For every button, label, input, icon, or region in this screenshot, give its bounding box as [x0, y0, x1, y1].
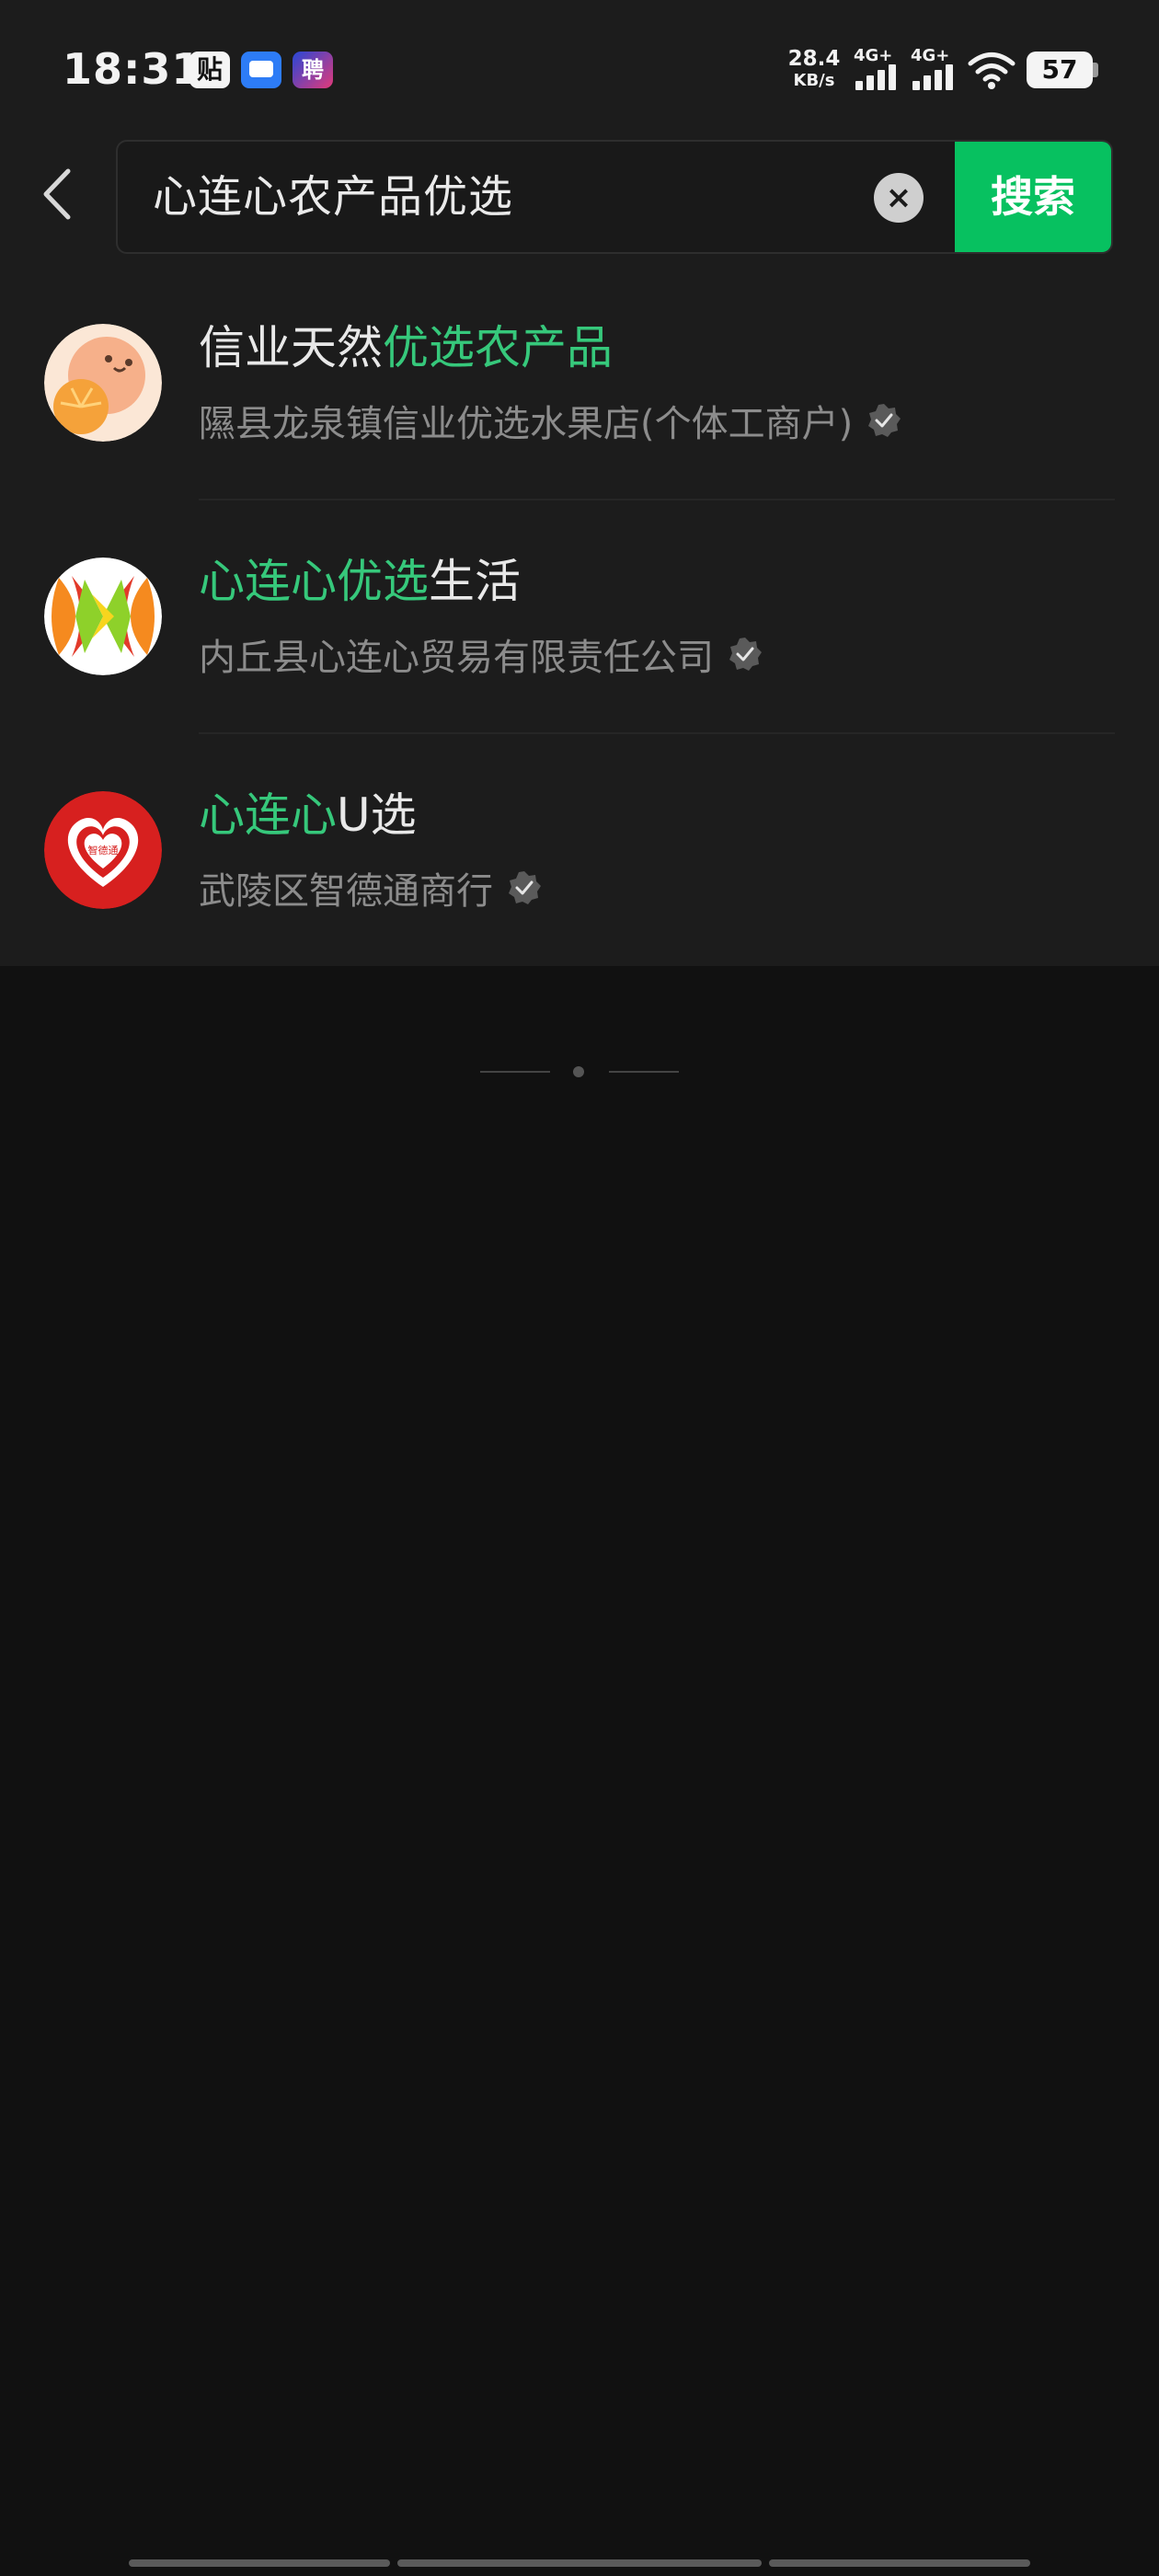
- result-title: 信业天然优选农产品: [199, 311, 613, 377]
- company-name: 武陵区智德通商行: [199, 870, 493, 913]
- end-line: [609, 1071, 679, 1073]
- verified-badge-icon: [729, 638, 762, 671]
- end-line: [480, 1071, 550, 1073]
- result-subtitle: 武陵区智德通商行: [199, 861, 543, 914]
- signal-label: 4G+: [911, 46, 950, 65]
- end-dot: [573, 1066, 584, 1077]
- title-highlight: 优选农产品: [383, 321, 613, 374]
- shop-avatar: 智德通: [44, 791, 162, 909]
- result-item[interactable]: 心连心优选生活 内丘县心连心贸易有限责任公司: [0, 500, 1159, 734]
- network-speed-value: 28.4: [787, 47, 841, 71]
- close-icon[interactable]: ×: [874, 173, 924, 223]
- company-name: 隰县龙泉镇信业优选水果店(个体工商户): [199, 403, 854, 445]
- title-highlight: 心连心: [199, 788, 337, 842]
- network-speed-unit: KB/s: [793, 71, 835, 90]
- wifi-icon: [968, 52, 1016, 89]
- shop-avatar: [44, 324, 162, 442]
- signal-icon: 4G+: [852, 46, 905, 94]
- result-subtitle: 内丘县心连心贸易有限责任公司: [199, 627, 763, 681]
- tieba-notification-icon: 贴: [189, 52, 230, 88]
- signal-label: 4G+: [854, 46, 893, 65]
- title-highlight: 心连心优选: [199, 555, 429, 608]
- screen: 18:31 贴 聘 28.4 KB/s 4G+ 4G+ 57 心连心农产品优选 …: [0, 0, 1159, 2576]
- search-box: 心连心农产品优选 × 搜索: [116, 140, 1113, 254]
- back-arrow-icon[interactable]: [33, 162, 85, 226]
- result-title: 心连心优选生活: [199, 545, 521, 611]
- network-speed: 28.4 KB/s: [784, 48, 844, 92]
- title-text: 信业天然: [199, 321, 383, 374]
- result-item[interactable]: 信业天然优选农产品 隰县龙泉镇信业优选水果店(个体工商户): [0, 267, 1159, 500]
- result-subtitle: 隰县龙泉镇信业优选水果店(个体工商户): [199, 394, 902, 447]
- search-button[interactable]: 搜索: [955, 142, 1111, 252]
- status-bar: 18:31 贴 聘 28.4 KB/s 4G+ 4G+ 57: [0, 0, 1159, 138]
- home-indicator-bar: [397, 2559, 762, 2567]
- end-of-list-marker: [0, 1063, 1159, 1081]
- avatar-logo-text: 智德通: [88, 844, 119, 857]
- status-time: 18:31: [63, 44, 202, 94]
- result-title: 心连心U选: [199, 778, 417, 845]
- chat-notification-icon: [241, 52, 281, 88]
- title-text: U选: [337, 788, 417, 842]
- home-indicator-bar: [769, 2559, 1030, 2567]
- verified-badge-icon: [868, 404, 901, 437]
- result-item[interactable]: 智德通 心连心U选 武陵区智德通商行: [0, 734, 1159, 968]
- shop-avatar: [44, 558, 162, 675]
- home-indicator-bar: [129, 2559, 390, 2567]
- company-name: 内丘县心连心贸易有限责任公司: [199, 637, 714, 679]
- search-header: 心连心农产品优选 × 搜索: [0, 138, 1159, 267]
- search-input[interactable]: 心连心农产品优选: [153, 142, 889, 252]
- title-text: 生活: [429, 555, 521, 608]
- signal-icon: 4G+: [909, 46, 962, 94]
- job-notification-icon: 聘: [293, 52, 333, 88]
- search-results: 信业天然优选农产品 隰县龙泉镇信业优选水果店(个体工商户) 心连心优选生活 内丘…: [0, 267, 1159, 966]
- battery-icon: 57: [1027, 52, 1098, 88]
- verified-badge-icon: [509, 871, 541, 904]
